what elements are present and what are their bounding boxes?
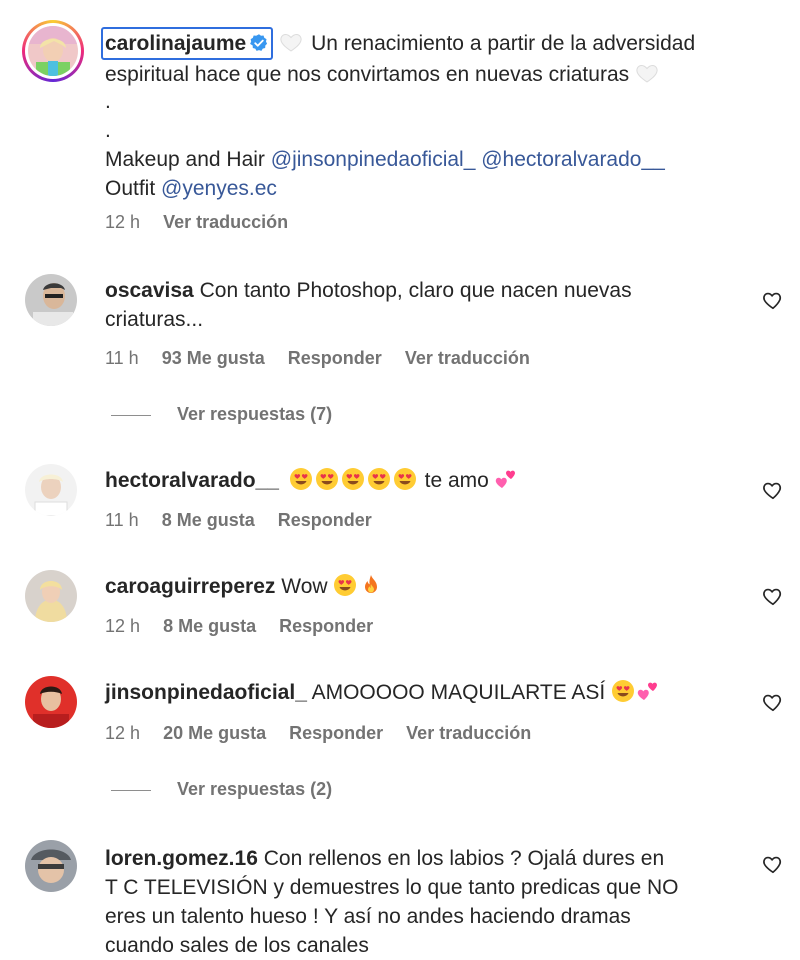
heart-eyes-emoji bbox=[611, 679, 635, 703]
view-replies-label: Ver respuestas (2) bbox=[177, 779, 333, 799]
caption-username[interactable]: carolinajaume bbox=[105, 32, 246, 55]
translate-link[interactable]: Ver traducción bbox=[405, 348, 530, 368]
comment-username[interactable]: caroaguirreperez bbox=[105, 575, 275, 598]
comment-body-continued: T C TELEVISIÓN y demuestres lo que tanto… bbox=[105, 876, 679, 899]
view-replies-label: Ver respuestas (7) bbox=[177, 404, 333, 424]
comment-text: jinsonpinedaoficial_ AMOOOOO MAQUILARTE … bbox=[105, 678, 663, 707]
heart-eyes-emoji bbox=[289, 467, 313, 491]
heart-eyes-emoji bbox=[333, 573, 357, 597]
avatar[interactable] bbox=[25, 464, 77, 516]
comment-text: loren.gomez.16 Con rellenos en los labio… bbox=[105, 844, 664, 873]
comment-text: hectoralvarado__ te amo bbox=[105, 466, 521, 495]
makeup-label: Makeup and Hair bbox=[105, 148, 265, 171]
comment-body: AMOOOOO MAQUILARTE ASÍ bbox=[311, 681, 606, 704]
caption-username-focus[interactable]: carolinajaume bbox=[101, 27, 274, 60]
avatar[interactable] bbox=[25, 676, 77, 728]
comment-text: caroaguirreperez Wow bbox=[105, 572, 385, 601]
comment-body: Con rellenos en los labios ? Ojalá dures… bbox=[263, 847, 665, 870]
comment-body-continued: criaturas... bbox=[105, 308, 204, 331]
translate-link[interactable]: Ver traducción bbox=[406, 723, 531, 743]
heart-eyes-emoji bbox=[341, 467, 365, 491]
two-hearts-emoji bbox=[495, 467, 519, 491]
timestamp: 12 h bbox=[105, 616, 141, 636]
white-heart-emoji bbox=[635, 61, 659, 85]
timestamp: 11 h bbox=[105, 510, 139, 530]
verified-badge-icon bbox=[249, 33, 269, 53]
divider bbox=[111, 414, 151, 416]
reply-button[interactable]: Responder bbox=[288, 348, 382, 368]
likes-count[interactable]: 8 Me gusta bbox=[163, 616, 256, 636]
caption-avatar-image bbox=[28, 26, 78, 76]
caption-meta: 12 h Ver traducción bbox=[105, 212, 306, 233]
divider bbox=[111, 789, 151, 791]
view-replies-button[interactable]: Ver respuestas (2) bbox=[111, 779, 332, 800]
comment-meta: 12 h 8 Me gusta Responder bbox=[105, 616, 391, 637]
likes-count[interactable]: 20 Me gusta bbox=[163, 723, 266, 743]
comment-username[interactable]: loren.gomez.16 bbox=[105, 847, 258, 870]
caption-credits-makeup: Makeup and Hair @jinsonpinedaoficial_ @h… bbox=[105, 145, 665, 174]
reply-button[interactable]: Responder bbox=[289, 723, 383, 743]
comment-username[interactable]: hectoralvarado__ bbox=[105, 469, 279, 492]
two-hearts-emoji bbox=[637, 679, 661, 703]
comment-body: te amo bbox=[424, 469, 489, 492]
heart-eyes-emoji bbox=[367, 467, 391, 491]
likes-count[interactable]: 93 Me gusta bbox=[162, 348, 265, 368]
comment-username[interactable]: oscavisa bbox=[105, 279, 194, 302]
caption-text: carolinajaume Un renacimiento a partir d… bbox=[101, 27, 755, 89]
likes-count[interactable]: 8 Me gusta bbox=[162, 510, 255, 530]
comment-username[interactable]: jinsonpinedaoficial_ bbox=[105, 681, 307, 704]
caption-avatar[interactable] bbox=[22, 20, 84, 82]
outfit-label: Outfit bbox=[105, 177, 156, 200]
reply-button[interactable]: Responder bbox=[279, 616, 373, 636]
mention-link[interactable]: @hectoralvarado__ bbox=[481, 148, 665, 171]
timestamp: 12 h bbox=[105, 212, 141, 232]
heart-outline-icon[interactable] bbox=[762, 853, 784, 875]
heart-outline-icon[interactable] bbox=[762, 585, 784, 607]
timestamp: 11 h bbox=[105, 348, 139, 368]
comment-body-continued: cuando sales de los canales bbox=[105, 934, 369, 957]
mention-link[interactable]: @jinsonpinedaoficial_ bbox=[271, 148, 476, 171]
comment-body-continued: eres un talento hueso ! Y así no andes h… bbox=[105, 905, 631, 928]
white-heart-emoji bbox=[279, 30, 303, 54]
caption-dot: . bbox=[105, 90, 111, 113]
timestamp: 12 h bbox=[105, 723, 141, 743]
comment-body: Con tanto Photoshop, claro que nacen nue… bbox=[199, 279, 632, 302]
comment-text: oscavisa Con tanto Photoshop, claro que … bbox=[105, 276, 745, 305]
translate-link[interactable]: Ver traducción bbox=[163, 212, 288, 232]
avatar[interactable] bbox=[25, 840, 77, 892]
avatar[interactable] bbox=[25, 570, 77, 622]
heart-outline-icon[interactable] bbox=[762, 479, 784, 501]
view-replies-button[interactable]: Ver respuestas (7) bbox=[111, 404, 332, 425]
comment-body: Wow bbox=[281, 575, 328, 598]
heart-outline-icon[interactable] bbox=[762, 691, 784, 713]
mention-link[interactable]: @yenyes.ec bbox=[161, 177, 277, 200]
avatar[interactable] bbox=[25, 274, 77, 326]
comment-meta: 12 h 20 Me gusta Responder Ver traducció… bbox=[105, 723, 549, 744]
comment-meta: 11 h 93 Me gusta Responder Ver traducció… bbox=[105, 348, 548, 369]
heart-eyes-emoji bbox=[315, 467, 339, 491]
heart-eyes-emoji bbox=[393, 467, 417, 491]
fire-emoji bbox=[359, 573, 383, 597]
caption-credits-outfit: Outfit @yenyes.ec bbox=[105, 174, 277, 203]
reply-button[interactable]: Responder bbox=[278, 510, 372, 530]
caption-dot: . bbox=[105, 119, 111, 142]
comment-meta: 11 h 8 Me gusta Responder bbox=[105, 510, 390, 531]
heart-outline-icon[interactable] bbox=[762, 289, 784, 311]
